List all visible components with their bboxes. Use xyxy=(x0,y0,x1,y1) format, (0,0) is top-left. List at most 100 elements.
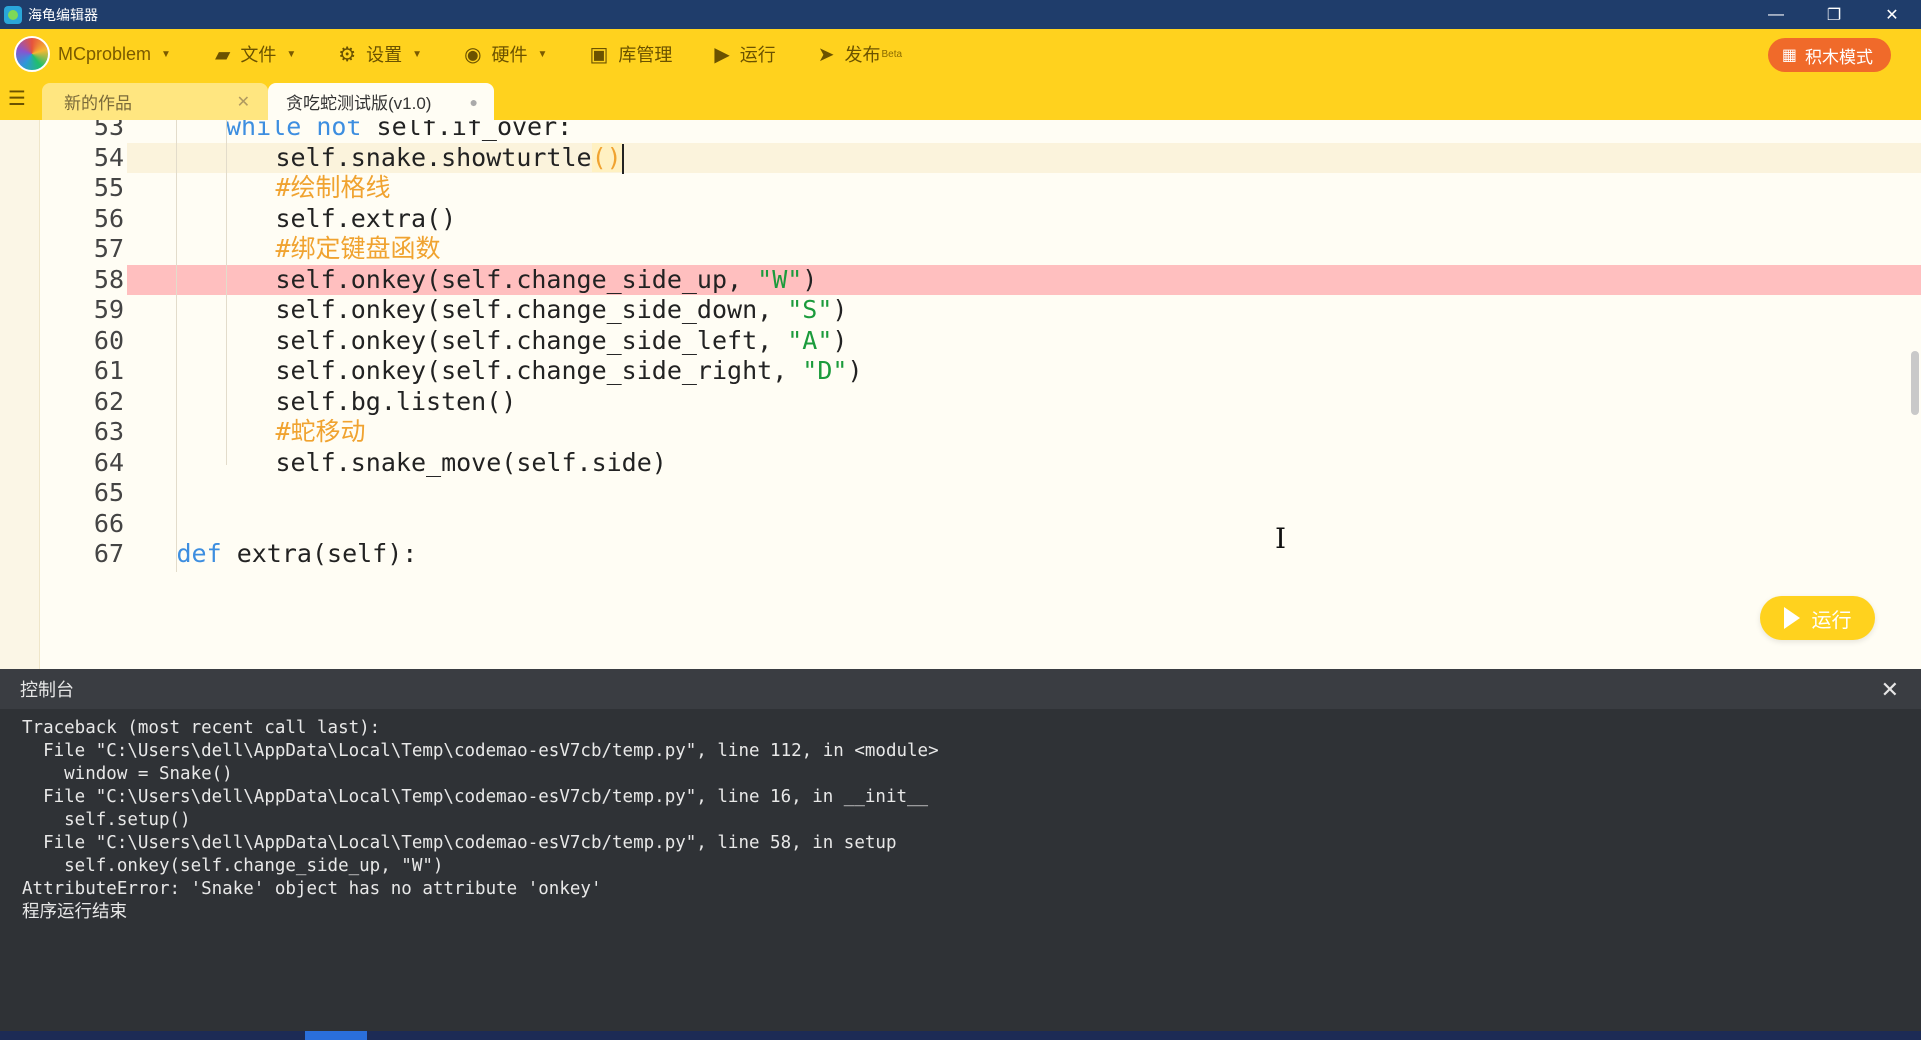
menu-run[interactable]: ▶ 运行 xyxy=(714,41,775,67)
code-text: self.snake_move(self.side) xyxy=(276,448,667,479)
run-button-label: 运行 xyxy=(1811,609,1852,632)
line-number: 63 xyxy=(93,417,124,446)
tab-snake-game[interactable]: 贪吃蛇测试版(v1.0) ● xyxy=(268,83,494,120)
code-text: self.snake.showturtle() xyxy=(275,142,624,174)
window-controls: — ❐ ✕ xyxy=(1747,0,1921,29)
menu-library[interactable]: ▣ 库管理 xyxy=(589,41,672,67)
run-button[interactable]: 运行 xyxy=(1760,596,1875,640)
send-icon: ➤ xyxy=(817,43,835,66)
code-line[interactable]: 59 self.onkey(self.change_side_down, "S") xyxy=(0,295,1921,326)
line-number: 59 xyxy=(93,295,124,324)
line-number: 67 xyxy=(93,539,124,568)
blocks-mode-button[interactable]: ▦ 积木模式 xyxy=(1767,38,1891,72)
menu-label: 设置 xyxy=(366,45,403,65)
code-editor[interactable]: I 运行 53 while not self.if_over: 54 self.sna… xyxy=(0,120,1921,669)
code-line[interactable]: 62 self.bg.listen() xyxy=(0,387,1921,418)
code-line[interactable]: 54 self.snake.showturtle() xyxy=(94,142,1921,174)
user-name[interactable]: MCproblem xyxy=(58,44,151,65)
token: ) xyxy=(832,325,848,355)
token-cmt: #绑定键盘函数 xyxy=(275,234,441,263)
indent-guide xyxy=(176,120,177,572)
tab-label: 贪吃蛇测试版(v1.0) xyxy=(286,94,432,113)
close-console-icon[interactable]: ✕ xyxy=(1881,677,1899,703)
code-line[interactable]: 65 xyxy=(0,478,1921,509)
restore-button[interactable]: ❐ xyxy=(1805,0,1863,29)
token-kw: while xyxy=(226,120,302,141)
console-line: self.setup() xyxy=(22,810,191,830)
console-line: 程序运行结束 xyxy=(22,902,127,922)
chevron-down-icon: ▼ xyxy=(412,48,423,60)
minimize-button[interactable]: — xyxy=(1747,0,1805,29)
code-line[interactable]: 56 self.extra() xyxy=(0,204,1921,235)
code-text: while not self.if_over: xyxy=(226,120,572,143)
code-line[interactable]: 63 #蛇移动 xyxy=(0,417,1921,448)
taskbar xyxy=(0,1031,1921,1040)
token-cmt: #绘制格线 xyxy=(275,173,391,202)
token: ) xyxy=(847,356,863,385)
gear-icon: ⚙ xyxy=(338,43,357,66)
line-number: 62 xyxy=(93,386,124,416)
token-kw: not xyxy=(316,120,362,141)
app-window: 海龟编辑器 — ❐ ✕ MCproblem ▼ ▰ 文件 ▼ ⚙ 设置 ▼ ◉ 硬件 ▼ ▣ 库管理… xyxy=(0,0,1921,1040)
chevron-down-icon: ▼ xyxy=(286,48,297,60)
taskbar-active-app[interactable] xyxy=(305,1031,367,1040)
console-header: 控制台 ✕ xyxy=(0,669,1921,709)
code-line[interactable]: 57 #绑定键盘函数 xyxy=(0,234,1921,265)
line-number: 65 xyxy=(93,478,124,507)
token: self.bg.listen() xyxy=(275,386,517,416)
code-line[interactable]: 60 self.onkey(self.change_side_left, "A") xyxy=(0,326,1921,357)
code-line-error[interactable]: 58 self.onkey(self.change_side_up, "W") xyxy=(94,264,1921,295)
close-tab-icon[interactable]: ✕ xyxy=(237,92,250,112)
menu-bar: ▰ 文件 ▼ ⚙ 设置 ▼ ◉ 硬件 ▼ ▣ 库管理 ▶ 运行 ➤ 发布 Beta xyxy=(215,41,944,67)
tab-bar: ☰ 新的作品 ✕ 贪吃蛇测试版(v1.0) ● xyxy=(0,79,1921,120)
console-line: AttributeError: 'Snake' object has no at… xyxy=(22,879,602,899)
line-number: 54 xyxy=(93,142,124,172)
code-line[interactable]: 67 def extra(self): xyxy=(0,539,1921,570)
console-line: window = Snake() xyxy=(22,764,233,784)
token: ) xyxy=(802,264,818,294)
console-output: Traceback (most recent call last): File … xyxy=(0,709,1921,1031)
menu-publish[interactable]: ➤ 发布 Beta xyxy=(818,41,902,67)
robot-icon: ◉ xyxy=(464,43,482,66)
chevron-down-icon[interactable]: ▼ xyxy=(161,49,171,60)
token: self.onkey(self.change_side_left, xyxy=(275,325,788,355)
code-text: #绘制格线 xyxy=(276,173,391,204)
play-icon xyxy=(1783,607,1800,629)
app-logo-icon xyxy=(4,5,22,24)
tab-new-work[interactable]: 新的作品 ✕ xyxy=(42,83,268,120)
line-number: 60 xyxy=(93,325,124,355)
token: self.onkey(self.change_side_down, xyxy=(275,295,788,324)
token: self.snake.showturtle xyxy=(275,142,592,172)
token: self.extra() xyxy=(275,203,457,233)
code-line[interactable]: 64 self.snake_move(self.side) xyxy=(0,448,1921,479)
title-bar: 海龟编辑器 — ❐ ✕ xyxy=(0,0,1921,29)
code-line[interactable]: 55 #绘制格线 xyxy=(0,173,1921,204)
menu-label: 硬件 xyxy=(491,45,528,65)
code-line[interactable]: 66 xyxy=(0,509,1921,540)
console-title: 控制台 xyxy=(20,680,74,700)
beta-badge: Beta xyxy=(881,48,903,60)
token-str: "D" xyxy=(802,356,848,385)
console-line: File "C:\Users\dell\AppData\Local\Temp\c… xyxy=(22,741,939,761)
line-number: 64 xyxy=(93,447,124,477)
menu-file[interactable]: ▰ 文件 ▼ xyxy=(215,41,296,67)
code-text: self.onkey(self.change_side_right, "D") xyxy=(276,356,863,387)
menu-label: 运行 xyxy=(739,45,776,65)
chevron-down-icon: ▼ xyxy=(537,48,548,60)
token-paren-hi: () xyxy=(591,142,622,172)
folder-icon: ▰ xyxy=(214,43,231,66)
unsaved-dot-icon: ● xyxy=(469,93,478,110)
token-str: "W" xyxy=(757,264,803,294)
token: self.onkey(self.change_side_right, xyxy=(275,356,803,385)
menu-label: 库管理 xyxy=(618,45,673,65)
token: self.snake_move(self.side) xyxy=(275,447,667,477)
code-line[interactable]: 53 while not self.if_over: xyxy=(0,120,1921,143)
tab-label: 新的作品 xyxy=(64,94,132,113)
menu-hardware[interactable]: ◉ 硬件 ▼ xyxy=(464,41,547,67)
user-avatar[interactable] xyxy=(14,36,50,72)
main-toolbar: MCproblem ▼ ▰ 文件 ▼ ⚙ 设置 ▼ ◉ 硬件 ▼ ▣ 库管理 ▶ 运行 ➤ 发布 Beta ▦… xyxy=(0,29,1921,79)
menu-list-icon[interactable]: ☰ xyxy=(8,89,30,109)
menu-settings[interactable]: ⚙ 设置 ▼ xyxy=(338,41,422,67)
close-window-button[interactable]: ✕ xyxy=(1863,0,1921,29)
code-line[interactable]: 61 self.onkey(self.change_side_right, "D"… xyxy=(0,356,1921,387)
